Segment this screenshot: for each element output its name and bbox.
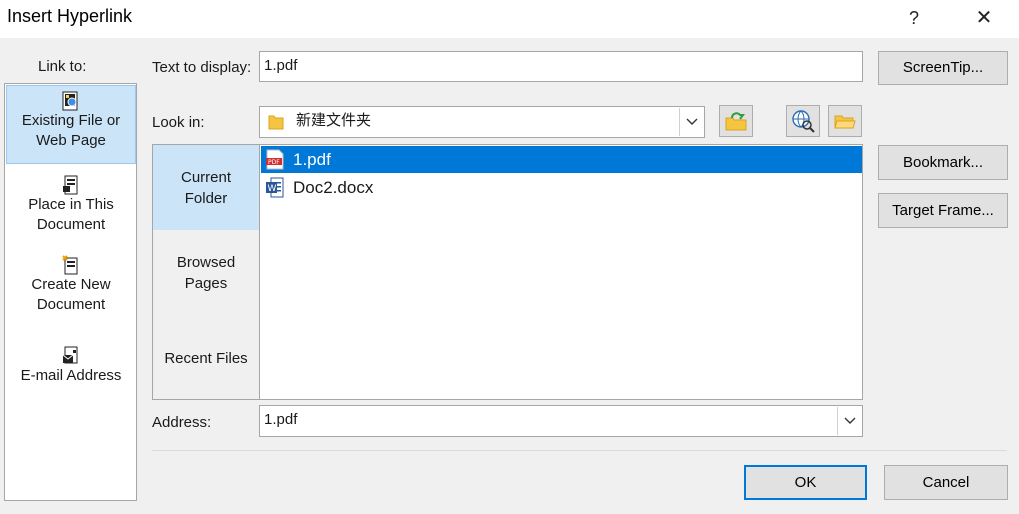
word-doc-icon: W (266, 177, 284, 198)
nav-browsed-line1: Browsed (176, 254, 236, 271)
link-place-line2: Document (36, 216, 106, 233)
file-name: 1.pdf (293, 150, 331, 169)
screentip-button[interactable]: ScreenTip... (878, 51, 1008, 85)
help-button[interactable]: ? (899, 4, 929, 32)
svg-text:W: W (268, 184, 277, 194)
browse-file-button[interactable] (828, 105, 862, 137)
link-email[interactable]: E-mail Address (6, 346, 136, 396)
ok-button[interactable]: OK (744, 465, 867, 500)
document-place-icon (63, 175, 78, 195)
browse-web-button[interactable] (786, 105, 820, 137)
look-in-dropdown[interactable]: 新建文件夹 (259, 106, 705, 138)
title-bar: Insert Hyperlink ? ✕ (0, 0, 1019, 38)
link-create-line2: Document (36, 296, 106, 313)
browse-file-icon (834, 115, 856, 129)
address-input[interactable]: 1.pdf (259, 405, 863, 437)
svg-text:PDF: PDF (268, 159, 280, 166)
divider (152, 450, 1007, 451)
nav-current-folder[interactable]: Current Folder (153, 145, 259, 230)
look-in-label: Look in: (152, 114, 205, 131)
nav-current-line1: Current (180, 169, 232, 186)
cancel-button[interactable]: Cancel (884, 465, 1008, 500)
nav-recent-line1: Recent Files (164, 350, 248, 367)
nav-current-line2: Folder (184, 190, 228, 207)
bookmark-button[interactable]: Bookmark... (878, 145, 1008, 180)
pdf-icon: PDF (266, 149, 284, 170)
file-name: Doc2.docx (293, 178, 374, 197)
address-dropdown-button[interactable] (837, 407, 861, 435)
address-value: 1.pdf (264, 411, 298, 428)
dialog-title: Insert Hyperlink (7, 6, 133, 26)
nav-recent-files[interactable]: Recent Files (153, 348, 259, 372)
link-existing-line1: Existing File or (21, 112, 121, 129)
text-to-display-input[interactable]: 1.pdf (259, 51, 863, 82)
link-existing-line2: Web Page (36, 132, 106, 149)
link-create-line1: Create New (31, 276, 111, 293)
look-in-value: 新建文件夹 (296, 112, 372, 129)
browse-web-icon (792, 110, 815, 133)
link-to-label: Link to: (38, 58, 87, 75)
nav-browsed-line2: Pages (184, 275, 228, 292)
link-create-new[interactable]: Create New Document (6, 250, 136, 320)
file-row-doc2[interactable]: W Doc2.docx (261, 174, 862, 201)
up-one-folder-icon (725, 112, 747, 131)
nav-browsed-pages[interactable]: Browsed Pages (153, 252, 259, 298)
folder-icon (268, 115, 284, 130)
look-in-dropdown-button[interactable] (679, 108, 703, 136)
up-one-folder-button[interactable] (719, 105, 753, 137)
text-to-display-label: Text to display: (152, 59, 252, 76)
link-email-line1: E-mail Address (20, 367, 122, 384)
file-list[interactable]: PDF 1.pdf W Doc2.docx (259, 144, 863, 400)
browse-nav-pane: Current Folder Browsed Pages Recent File… (152, 144, 259, 400)
web-page-icon (62, 91, 78, 111)
new-document-icon (62, 255, 78, 275)
chevron-down-icon (686, 118, 697, 125)
target-frame-button[interactable]: Target Frame... (878, 193, 1008, 228)
file-row-1pdf[interactable]: PDF 1.pdf (261, 146, 862, 173)
link-place-line1: Place in This (28, 196, 114, 213)
address-label: Address: (152, 414, 212, 431)
link-existing-file[interactable]: Existing File or Web Page (6, 85, 136, 164)
email-icon (62, 346, 78, 364)
close-button[interactable]: ✕ (966, 4, 1002, 32)
link-to-pane: Existing File or Web Page Place in This … (4, 83, 137, 501)
link-place-in-document[interactable]: Place in This Document (6, 170, 136, 240)
chevron-down-icon (844, 417, 855, 424)
